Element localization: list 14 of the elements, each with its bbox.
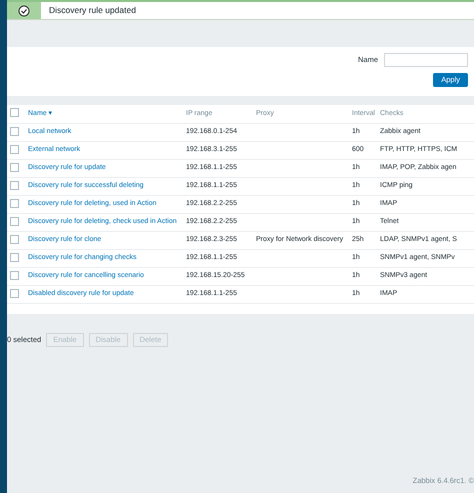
row-checkbox[interactable] [10,162,19,172]
message-text: Discovery rule updated [48,4,136,17]
row-checkbox[interactable] [10,144,19,154]
row-checkbox[interactable] [10,288,19,298]
name-input[interactable] [384,53,468,67]
row-checkbox[interactable] [10,126,19,136]
row-checkbox[interactable] [10,180,19,190]
row-checkbox[interactable] [10,270,19,280]
select-all-checkbox[interactable] [10,108,19,118]
row-checkbox[interactable] [10,234,19,244]
row-checkbox[interactable] [10,216,19,226]
row-checkbox[interactable] [10,252,19,262]
check-circle-icon [18,4,30,16]
row-checkbox[interactable] [10,198,19,208]
